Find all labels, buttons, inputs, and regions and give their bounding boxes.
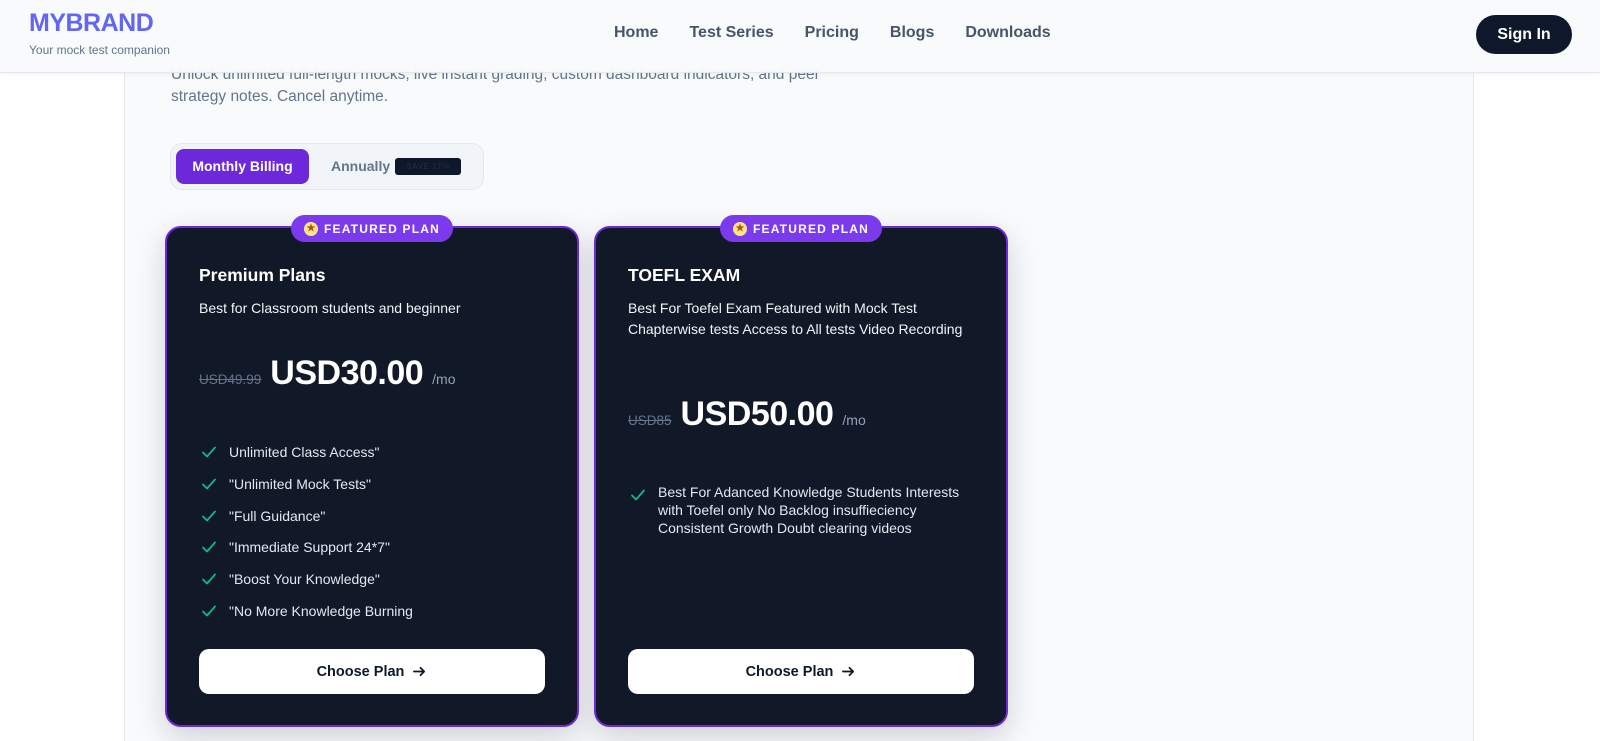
feature-list: Best For Adanced Knowledge Students Inte… <box>628 483 978 537</box>
nav-downloads[interactable]: Downloads <box>965 24 1050 42</box>
plan-description: Best for Classroom students and beginner <box>199 300 461 316</box>
feature-text: "Immediate Support 24*7" <box>229 539 390 556</box>
original-price: USD49.99 <box>199 372 262 387</box>
price-row: USD49.99 USD30.00 /mo <box>199 354 456 393</box>
feature-text: "No More Knowledge Burning <box>229 602 413 619</box>
annually-billing-button[interactable]: Annually <box>331 149 390 184</box>
feature-item: Unlimited Class Access" <box>199 443 413 461</box>
feature-list: Unlimited Class Access" "Unlimited Mock … <box>199 443 413 634</box>
save-badge: SAVE 17% <box>395 158 461 175</box>
choose-plan-label: Choose Plan <box>316 663 405 680</box>
site-header: MYBRAND Your mock test companion Home Te… <box>0 0 1600 73</box>
star-icon: ★ <box>732 221 747 236</box>
plan-description: Best For Toefel Exam Featured with Mock … <box>628 300 963 337</box>
feature-item: "No More Knowledge Burning <box>199 602 413 620</box>
main-nav: Home Test Series Pricing Blogs Downloads <box>614 24 1051 42</box>
featured-plan-label: FEATURED PLAN <box>752 221 870 236</box>
feature-item: "Boost Your Knowledge" <box>199 570 413 588</box>
check-icon <box>202 446 216 458</box>
feature-text: "Full Guidance" <box>229 507 326 524</box>
nav-home[interactable]: Home <box>614 24 658 42</box>
check-icon <box>631 489 645 501</box>
feature-item: "Unlimited Mock Tests" <box>199 475 413 493</box>
price-row: USD85 USD50.00 /mo <box>628 395 866 434</box>
billing-toggle: Monthly Billing Annually SAVE 17% <box>170 143 484 190</box>
plan-name: TOEFL EXAM <box>628 265 741 285</box>
plan-name: Premium Plans <box>199 265 326 285</box>
plan-card-toefl: ★ FEATURED PLAN TOEFL EXAM Best For Toef… <box>594 215 1008 727</box>
price-period: /mo <box>842 412 866 428</box>
sign-in-button[interactable]: Sign In <box>1476 15 1572 54</box>
feature-item: Best For Adanced Knowledge Students Inte… <box>628 483 978 537</box>
choose-plan-label: Choose Plan <box>745 663 834 680</box>
feature-text: "Boost Your Knowledge" <box>229 571 380 588</box>
feature-item: "Full Guidance" <box>199 507 413 525</box>
current-price: USD50.00 <box>680 395 834 433</box>
original-price: USD85 <box>628 413 672 428</box>
brand-logo[interactable]: MYBRAND <box>29 9 154 38</box>
featured-plan-badge: ★ FEATURED PLAN <box>291 215 453 242</box>
check-icon <box>202 573 216 585</box>
feature-item: "Immediate Support 24*7" <box>199 538 413 556</box>
featured-plan-badge: ★ FEATURED PLAN <box>720 215 882 242</box>
choose-plan-button[interactable]: Choose Plan <box>628 649 974 694</box>
plan-card-premium: ★ FEATURED PLAN Premium Plans Best for C… <box>165 215 579 727</box>
nav-test-series[interactable]: Test Series <box>689 24 773 42</box>
choose-plan-button[interactable]: Choose Plan <box>199 649 545 694</box>
check-icon <box>202 541 216 553</box>
star-icon: ★ <box>303 221 318 236</box>
brand-tagline: Your mock test companion <box>29 43 170 57</box>
feature-text: Unlimited Class Access" <box>229 444 380 460</box>
nav-blogs[interactable]: Blogs <box>890 24 934 42</box>
monthly-billing-button[interactable]: Monthly Billing <box>176 149 309 184</box>
feature-text: Best For Adanced Knowledge Students Inte… <box>658 484 960 536</box>
price-period: /mo <box>432 371 456 387</box>
arrow-right-icon <box>842 666 855 677</box>
check-icon <box>202 605 216 617</box>
check-icon <box>202 478 216 490</box>
arrow-right-icon <box>413 666 426 677</box>
featured-plan-label: FEATURED PLAN <box>323 221 441 236</box>
current-price: USD30.00 <box>270 354 424 392</box>
feature-text: "Unlimited Mock Tests" <box>229 475 371 492</box>
check-icon <box>202 510 216 521</box>
nav-pricing[interactable]: Pricing <box>805 24 859 42</box>
